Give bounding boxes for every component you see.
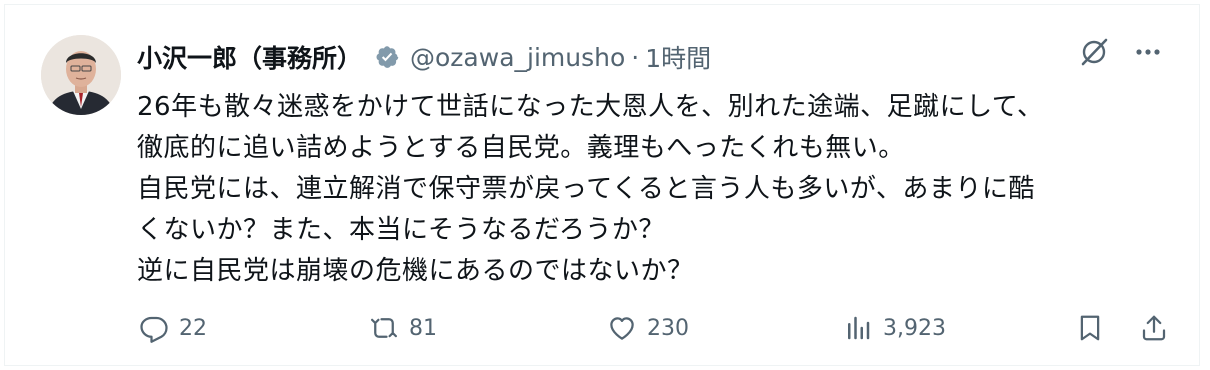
share-icon bbox=[1142, 315, 1166, 341]
heart-icon bbox=[610, 317, 634, 340]
author-handle[interactable]: @ozawa_jimusho bbox=[410, 43, 625, 72]
tweet-text-line: 自民党には、連立解消で保守票が戻ってくると言う人も多いが、あまりに酷 bbox=[137, 174, 1035, 204]
grok-icon[interactable] bbox=[1077, 35, 1111, 73]
retweet-icon bbox=[371, 318, 397, 338]
reply-count: 22 bbox=[179, 315, 207, 341]
retweet-button[interactable]: 81 bbox=[369, 313, 437, 343]
tweet-text-line: 逆に自民党は崩壊の危機にあるのではないか？ bbox=[137, 256, 694, 286]
bookmark-button[interactable] bbox=[1075, 313, 1105, 343]
more-options-icon[interactable] bbox=[1133, 37, 1163, 71]
tweet-header: 小沢一郎（事務所） @ozawa_jimusho · 1時間 bbox=[137, 37, 711, 77]
like-count: 230 bbox=[647, 315, 689, 341]
views-button[interactable]: 3,923 bbox=[843, 313, 946, 343]
tweet-text-line: 26年も散々迷惑をかけて世話になった大恩人を、別れた途端、足蹴にして、 bbox=[137, 92, 1044, 122]
reply-icon bbox=[140, 316, 168, 343]
avatar[interactable] bbox=[41, 35, 121, 115]
avatar-photo bbox=[41, 35, 121, 115]
bookmark-icon bbox=[1080, 315, 1100, 341]
tweet-action-bar: 22 81 230 3,923 bbox=[137, 313, 1177, 357]
header-separator: · bbox=[631, 42, 640, 72]
reply-button[interactable]: 22 bbox=[139, 313, 207, 343]
verified-badge-icon[interactable] bbox=[372, 42, 402, 72]
share-button[interactable] bbox=[1139, 313, 1169, 343]
tweet-text-line: くないか？また、本当にそうなるだろうか？ bbox=[137, 215, 665, 245]
tweet-text-line: 徹底的に追い詰めようとする自民党。義理もへったくれも無い。 bbox=[137, 133, 905, 163]
tweet-timestamp[interactable]: 1時間 bbox=[645, 39, 711, 75]
views-count: 3,923 bbox=[883, 315, 946, 341]
like-button[interactable]: 230 bbox=[607, 313, 689, 343]
retweet-count: 81 bbox=[409, 315, 437, 341]
tweet-top-actions bbox=[1077, 35, 1163, 73]
tweet-card[interactable]: 小沢一郎（事務所） @ozawa_jimusho · 1時間 26年も散々迷惑を… bbox=[4, 4, 1200, 366]
author-name[interactable]: 小沢一郎（事務所） bbox=[137, 39, 362, 75]
tweet-text: 26年も散々迷惑をかけて世話になった大恩人を、別れた途端、足蹴にして、 徹底的に… bbox=[137, 87, 1177, 292]
analytics-icon bbox=[848, 316, 870, 340]
